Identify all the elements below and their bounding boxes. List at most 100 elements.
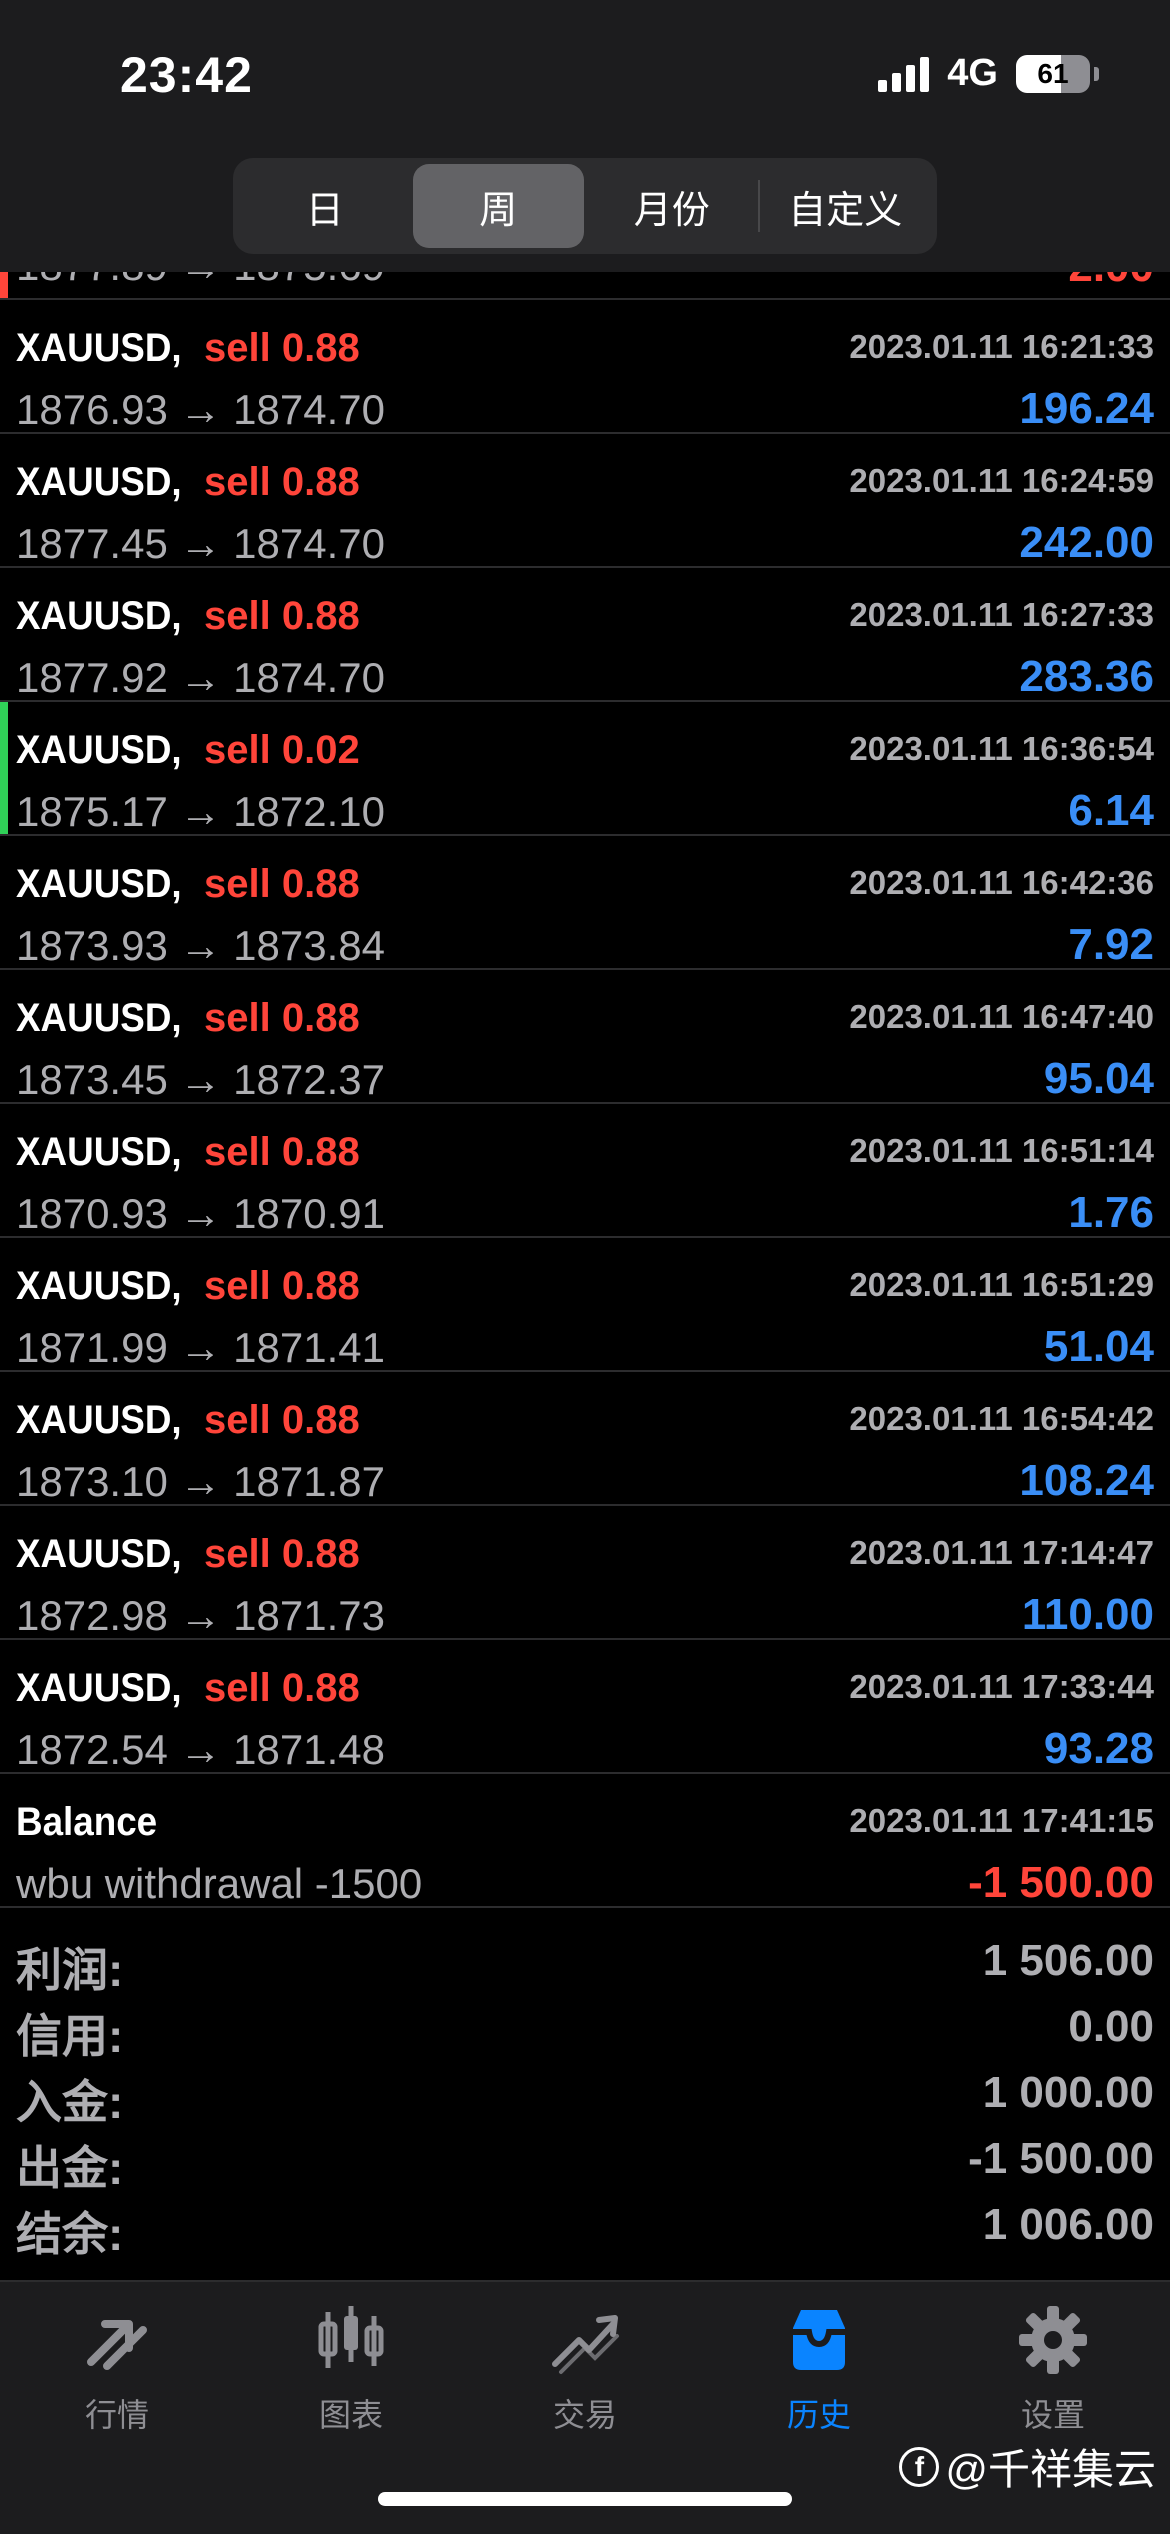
deal-profit: 2.00 <box>1068 272 1154 292</box>
deal-row[interactable]: XAUUSD, sell 0.88 2023.01.11 16:27:33 1877.… <box>0 568 1170 702</box>
deal-title: XAUUSD, sell 0.88 <box>16 594 360 639</box>
deal-profit: 108.24 <box>1019 1456 1154 1505</box>
status-time: 23:42 <box>120 47 253 103</box>
period-selector-bar: 日周月份 自定义 <box>0 150 1170 272</box>
deal-side-volume: sell 0.88 <box>204 1532 360 1576</box>
chart-icon <box>318 2306 384 2368</box>
deal-profit: 196.24 <box>1019 384 1154 433</box>
deal-time: 2023.01.11 16:24:59 <box>849 462 1154 499</box>
deal-time: 2023.01.11 17:14:47 <box>849 1534 1154 1571</box>
deal-symbol: XAUUSD, <box>16 862 182 906</box>
deal-side-volume: sell 0.02 <box>204 728 360 772</box>
deal-side-volume: sell 0.88 <box>204 1666 360 1710</box>
deal-time: 2023.01.11 17:41:15 <box>849 1802 1154 1839</box>
deal-symbol: XAUUSD, <box>16 460 182 504</box>
summary-label: 利润: <box>16 1944 124 1996</box>
status-indicators: 4G 61 <box>878 52 1099 95</box>
deal-side-volume: sell 0.88 <box>204 1130 360 1174</box>
status-bar: 23:42 4G 61 <box>0 0 1170 150</box>
deal-side-volume: sell 0.88 <box>204 996 360 1040</box>
deal-row[interactable]: XAUUSD, sell 0.02 2023.01.11 16:36:54 1875.… <box>0 702 1170 836</box>
deal-profit: 110.00 <box>1021 1590 1154 1639</box>
deal-time: 2023.01.11 16:51:29 <box>849 1266 1154 1303</box>
deal-row[interactable]: XAUUSD, sell 0.88 2023.01.11 16:51:14 1870.… <box>0 1104 1170 1238</box>
summary-row: 入金: 1 000.00 <box>0 2058 1170 2128</box>
deal-time: 2023.01.11 16:51:14 <box>849 1132 1154 1169</box>
deal-side-volume: sell 0.88 <box>204 594 360 638</box>
deal-row[interactable]: XAUUSD, sell 0.88 2023.01.11 17:33:44 1872.… <box>0 1640 1170 1774</box>
deal-profit: -1 500.00 <box>968 1858 1154 1907</box>
deal-time: 2023.01.11 17:33:44 <box>849 1668 1154 1705</box>
deal-time: 2023.01.11 16:42:36 <box>849 864 1154 901</box>
watermark-text: @千祥集云 <box>945 2446 1156 2493</box>
deal-symbol: XAUUSD, <box>16 996 182 1040</box>
summary-value: 0.00 <box>1068 2002 1154 2051</box>
deal-prices: 1877.45 → 1874.70 <box>16 520 385 567</box>
deal-profit: 6.14 <box>1068 786 1154 835</box>
tab-chart[interactable]: 图表 <box>234 2300 468 2460</box>
deal-prices: 1877.89 → 1875.69 <box>16 272 385 290</box>
deal-row[interactable]: XAUUSD, sell 0.88 2023.01.11 16:47:40 1873.… <box>0 970 1170 1104</box>
deal-row[interactable]: XAUUSD, sell 0.88 2023.01.11 16:54:42 1873.… <box>0 1372 1170 1506</box>
deal-side-volume: sell 0.88 <box>204 460 360 504</box>
deal-profit: 95.04 <box>1043 1054 1154 1103</box>
tab-label: 行情 <box>84 2397 149 2433</box>
home-indicator[interactable] <box>378 2492 792 2506</box>
deal-symbol: XAUUSD, <box>16 1264 182 1308</box>
tab-period-2[interactable]: 月份 <box>586 164 758 248</box>
deal-prices: 1876.93 → 1874.70 <box>16 386 385 433</box>
deal-profit: 242.00 <box>1019 518 1154 567</box>
deal-prices: 1873.45 → 1872.37 <box>16 1056 385 1103</box>
trade-icon <box>552 2315 619 2374</box>
account-summary: 利润: 1 506.00 信用: 0.00 入金: 1 000.00 出金: -1 500.0… <box>0 1926 1170 2260</box>
deal-title: XAUUSD, sell 0.88 <box>16 1130 360 1175</box>
deal-row[interactable]: XAUUSD, sell 0.88 2023.01.11 16:24:59 1877.… <box>0 434 1170 568</box>
deal-row[interactable]: XAUUSD, sell 0.88 2023.01.11 16:42:36 1873.… <box>0 836 1170 970</box>
tab-quotes[interactable]: 行情 <box>0 2300 234 2460</box>
deal-row[interactable]: XAUUSD, sell 0.88 2023.01.11 16:21:33 1876.… <box>0 300 1170 434</box>
watermark: f @千祥集云 <box>899 2436 1156 2497</box>
summary-value: 1 006.00 <box>982 2200 1154 2249</box>
summary-label: 结余: <box>16 2208 124 2260</box>
deal-marker <box>0 272 8 298</box>
tab-trade[interactable]: 交易 <box>468 2300 702 2460</box>
deal-row[interactable]: 1877.89 → 1875.69 2.00 <box>0 272 1170 300</box>
deal-title: XAUUSD, sell 0.88 <box>16 1666 360 1711</box>
deal-side-volume: sell 0.88 <box>204 1264 360 1308</box>
deal-symbol: XAUUSD, <box>16 1130 182 1174</box>
deal-time: 2023.01.11 16:36:54 <box>849 730 1154 767</box>
summary-label: 入金: <box>16 2076 124 2128</box>
deal-title: Balance <box>16 1800 177 1845</box>
deal-symbol: XAUUSD, <box>16 728 182 772</box>
tab-label: 图表 <box>318 2397 383 2433</box>
tab-period-0[interactable]: 日 <box>239 164 411 248</box>
deal-prices: 1875.17 → 1872.10 <box>16 788 385 835</box>
deal-prices: wbu withdrawal -1500 <box>16 1860 423 1907</box>
history-icon <box>793 2310 845 2370</box>
deal-row[interactable]: XAUUSD, sell 0.88 2023.01.11 17:14:47 1872.… <box>0 1506 1170 1640</box>
tab-period-3[interactable]: 自定义 <box>760 164 932 248</box>
deal-profit: 51.04 <box>1043 1322 1154 1371</box>
deal-prices: 1871.99 → 1871.41 <box>16 1324 385 1371</box>
deal-symbol: XAUUSD, <box>16 1666 182 1710</box>
summary-label: 出金: <box>16 2142 124 2194</box>
deal-row[interactable]: XAUUSD, sell 0.88 2023.01.11 16:51:29 1871.… <box>0 1238 1170 1372</box>
signal-icon <box>878 56 930 92</box>
battery-icon: 61 <box>1016 54 1099 93</box>
deal-profit: 93.28 <box>1043 1724 1154 1773</box>
deal-symbol: XAUUSD, <box>16 326 182 370</box>
deal-marker <box>0 702 8 834</box>
summary-value: -1 500.00 <box>968 2134 1154 2183</box>
deal-title: XAUUSD, sell 0.02 <box>16 728 360 773</box>
deal-symbol: XAUUSD, <box>16 1532 182 1576</box>
summary-row: 结余: 1 006.00 <box>0 2190 1170 2260</box>
deal-prices: 1872.98 → 1871.73 <box>16 1592 385 1639</box>
period-segmented-control: 日周月份 自定义 <box>233 158 937 254</box>
summary-label: 信用: <box>16 2010 124 2062</box>
balance-row[interactable]: Balance 2023.01.11 17:41:15 wbu withdrawal… <box>0 1774 1170 1908</box>
deal-profit: 283.36 <box>1019 652 1154 701</box>
tab-period-1[interactable]: 周 <box>412 164 584 248</box>
deal-title: XAUUSD, sell 0.88 <box>16 1264 360 1309</box>
deal-prices: 1877.92 → 1874.70 <box>16 654 385 701</box>
deal-title: XAUUSD, sell 0.88 <box>16 996 360 1041</box>
